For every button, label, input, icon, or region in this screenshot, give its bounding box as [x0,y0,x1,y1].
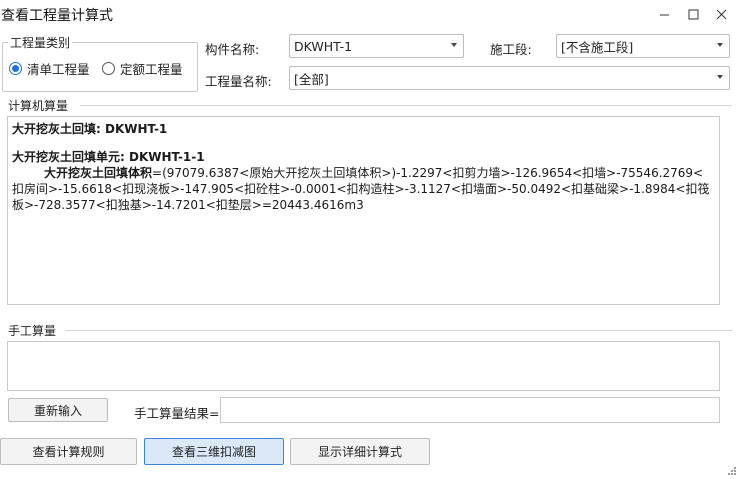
stage-select[interactable]: [不含施工段] [556,34,730,58]
calc-expression: 大开挖灰土回填体积=(97079.6387<原始大开挖灰土回填体积>)-1.22… [12,165,715,213]
radio-indicator-unchecked [102,62,115,75]
calc-heading-component: 大开挖灰土回填: DKWHT-1 [12,122,168,136]
component-name-label: 构件名称: [205,42,260,57]
calc-expression-name: 大开挖灰土回填体积 [44,166,153,180]
component-name-select[interactable]: DKWHT-1 [289,34,464,58]
chevron-down-icon [451,43,457,47]
resize-grip-icon[interactable] [727,465,737,479]
radio-indicator-checked [9,62,22,75]
calc-heading-unit: 大开挖灰土回填单元: DKWHT-1-1 [12,150,205,164]
manual-result-label: 手工算量结果= [134,406,220,421]
radio-bill-quantity[interactable]: 清单工程量 [9,59,90,78]
minimize-icon [659,14,669,15]
quantity-name-label: 工程量名称: [205,74,272,89]
component-name-value: DKWHT-1 [294,38,353,54]
view-3d-deduction-button[interactable]: 查看三维扣减图 [144,438,284,465]
view-calc-rules-button[interactable]: 查看计算规则 [0,438,137,465]
minimize-button[interactable] [653,4,675,24]
manual-calc-divider [66,330,732,331]
show-detail-formula-button[interactable]: 显示详细计算式 [290,438,430,465]
quantity-name-value: [全部] [294,71,329,87]
reenter-button[interactable]: 重新输入 [8,398,108,422]
radio-label-bill: 清单工程量 [27,62,90,77]
quantity-name-select[interactable]: [全部] [289,66,730,90]
maximize-button[interactable] [682,4,704,24]
manual-result-field[interactable] [220,397,720,423]
radio-label-quota: 定额工程量 [120,62,183,77]
close-icon [716,9,726,19]
computer-calc-textbox[interactable]: 大开挖灰土回填: DKWHT-1 大开挖灰土回填单元: DKWHT-1-1 大开… [7,116,720,305]
chevron-down-icon [717,75,723,79]
chevron-down-icon [717,43,723,47]
radio-quota-quantity[interactable]: 定额工程量 [102,59,183,78]
quantity-type-legend: 工程量类别 [8,34,73,51]
maximize-icon [688,9,698,19]
manual-calc-textbox[interactable] [7,341,720,391]
computer-calc-legend: 计算机算量 [6,97,71,114]
computer-calc-divider [80,105,732,106]
close-button[interactable] [710,4,732,24]
stage-label: 施工段: [490,42,532,57]
stage-value: [不含施工段] [561,39,634,55]
window-title: 查看工程量计算式 [1,8,113,24]
manual-calc-legend: 手工算量 [6,322,59,339]
